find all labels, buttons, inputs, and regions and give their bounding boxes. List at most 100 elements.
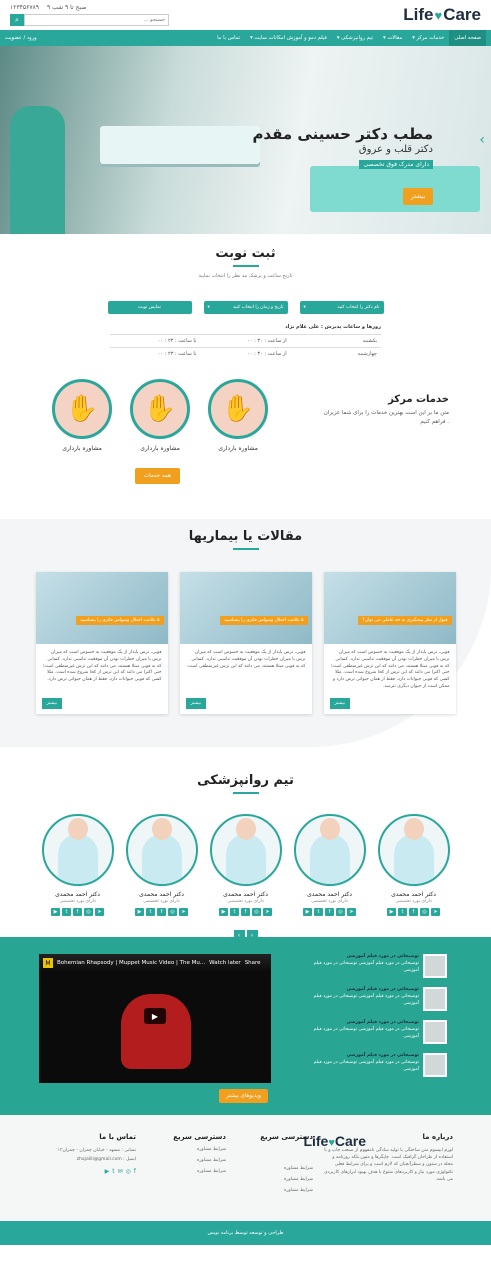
hero-more-button[interactable]: بیشتر bbox=[403, 188, 433, 205]
nav-item-team[interactable]: تیم روانپزشکی ▾ bbox=[332, 30, 378, 46]
youtube-icon[interactable]: ▶ bbox=[135, 908, 144, 916]
doctor-role: دارای بورد تخصصی bbox=[227, 899, 264, 904]
nav-item-demo[interactable]: فیلم دمو و آموزش امکانات سایت ▾ bbox=[245, 30, 332, 46]
article-more-button[interactable]: بیشتر bbox=[329, 698, 350, 709]
footer-link[interactable]: شرایط مشاوره bbox=[284, 1177, 313, 1182]
video-item-title: توضیحاتی در مورد فیلم آموزشی bbox=[346, 1053, 419, 1058]
doctor-name: دکتر احمد محمدی bbox=[307, 891, 352, 898]
youtube-icon[interactable]: ▶ bbox=[51, 908, 60, 916]
article-title: ۵ علامت اختلال وسواس فکری را بشناسید bbox=[220, 616, 308, 625]
telegram-icon[interactable]: ➤ bbox=[347, 908, 356, 916]
video-list-item[interactable]: توضیحاتی در مورد فیلم آموزشی توضیحاتی در … bbox=[297, 987, 447, 1011]
email-icon[interactable]: ✉ bbox=[118, 1168, 123, 1175]
article-card[interactable]: ۵ علامت اختلال وسواس فکری را بشناسید فوبی… bbox=[35, 572, 168, 714]
play-icon[interactable]: ▶ bbox=[144, 1008, 166, 1024]
nav-item-articles[interactable]: مقالات ▾ bbox=[378, 30, 407, 46]
logo[interactable]: Life ♥ Care bbox=[403, 5, 481, 25]
all-services-button[interactable]: همه خدمات bbox=[135, 468, 180, 484]
twitter-icon[interactable]: t bbox=[230, 908, 239, 916]
doctor-select-label: نام دکتر را انتخاب کنید bbox=[337, 305, 380, 310]
telegram-icon[interactable]: ➤ bbox=[95, 908, 104, 916]
doctor-role: دارای بورد تخصصی bbox=[395, 899, 432, 904]
footer-link[interactable]: شرایط مشاوره bbox=[284, 1188, 313, 1193]
video-list-item[interactable]: توضیحاتی در مورد فیلم آموزشی توضیحاتی در … bbox=[297, 1020, 447, 1044]
slider-next-icon[interactable]: ‹ bbox=[479, 132, 485, 148]
time-select[interactable]: تاریخ و زمان را انتخاب کنید ▾ bbox=[203, 301, 288, 314]
services-title: خدمات مرکز bbox=[388, 394, 449, 405]
twitter-icon[interactable]: t bbox=[398, 908, 407, 916]
doctor-card[interactable]: دکتر احمد محمدی دارای بورد تخصصی ➤ ◎ f t ▶ bbox=[293, 814, 366, 916]
youtube-icon[interactable]: ▶ bbox=[105, 1168, 110, 1175]
instagram-icon[interactable]: ◎ bbox=[84, 908, 93, 916]
time-select-label: تاریخ و زمان را انتخاب کنید bbox=[232, 305, 284, 310]
footer-link[interactable]: شرایط مشاوره bbox=[284, 1166, 313, 1171]
facebook-icon[interactable]: f bbox=[325, 908, 334, 916]
article-card[interactable]: ۵ علامت اختلال وسواس فکری را بشناسید فوبی… bbox=[179, 572, 312, 714]
video-title-bar: M Bohemian Rhapsody | Muppet Music Video… bbox=[39, 954, 271, 972]
video-list-item[interactable]: توضیحاتی در مورد فیلم آموزشی توضیحاتی در … bbox=[297, 954, 447, 978]
video-item-title: توضیحاتی در مورد فیلم آموزشی bbox=[346, 987, 419, 992]
logo-text-care: Care bbox=[334, 1133, 366, 1149]
video-item-title: توضیحاتی در مورد فیلم آموزشی bbox=[346, 954, 419, 959]
search-icon[interactable]: ⌕ bbox=[10, 14, 24, 26]
instagram-icon[interactable]: ◎ bbox=[252, 908, 261, 916]
article-more-button[interactable]: بیشتر bbox=[185, 698, 206, 709]
nav-item-home[interactable]: صفحه اصلی bbox=[449, 30, 486, 46]
youtube-icon[interactable]: ▶ bbox=[219, 908, 228, 916]
youtube-icon[interactable]: ▶ bbox=[387, 908, 396, 916]
login-link[interactable]: ورود / عضویت bbox=[5, 35, 37, 41]
hero-subtitle: دکتر قلب و عروق bbox=[358, 144, 433, 155]
video-player[interactable]: M Bohemian Rhapsody | Muppet Music Video… bbox=[39, 954, 271, 1083]
facebook-icon[interactable]: f bbox=[241, 908, 250, 916]
watch-later-button[interactable]: Watch later bbox=[209, 960, 241, 966]
facebook-icon[interactable]: f bbox=[73, 908, 82, 916]
services-list: ✋ مشاوره بارداری ✋ مشاوره بارداری ✋ مشاوره … bbox=[52, 379, 268, 452]
instagram-icon[interactable]: ◎ bbox=[168, 908, 177, 916]
share-button[interactable]: Share bbox=[245, 960, 261, 966]
youtube-icon[interactable]: ▶ bbox=[303, 908, 312, 916]
team-list: دکتر احمد محمدی دارای بورد تخصصی ➤ ◎ f t ▶ دکت… bbox=[0, 814, 491, 916]
twitter-icon[interactable]: t bbox=[146, 908, 155, 916]
footer-link[interactable]: شرایط مشاوره bbox=[173, 1158, 226, 1163]
instagram-icon[interactable]: ◎ bbox=[420, 908, 429, 916]
facebook-icon[interactable]: f bbox=[134, 1168, 136, 1175]
telegram-icon[interactable]: ➤ bbox=[431, 908, 440, 916]
article-card[interactable]: قبول از نظر پیشگیری به جه عاملی می توان؟… bbox=[323, 572, 456, 714]
doctor-role: دارای بورد تخصصی bbox=[143, 899, 180, 904]
page: ۱۲۳۴۵۶۷۸۹ ۹ صبح تا ۹ شب ⌕ Life♥Care صفحه… bbox=[0, 0, 491, 1280]
video-section: M Bohemian Rhapsody | Muppet Music Video… bbox=[0, 937, 491, 1115]
telegram-icon[interactable]: ➤ bbox=[179, 908, 188, 916]
twitter-icon[interactable]: t bbox=[314, 908, 323, 916]
doctor-photo bbox=[41, 814, 114, 886]
booking-desc: تاریخ ساعت و پزشک مد نظر را انتخاب نمایی… bbox=[198, 273, 293, 279]
service-label: مشاوره بارداری bbox=[140, 445, 180, 452]
services-section: ✋ مشاوره بارداری ✋ مشاوره بارداری ✋ مشاوره … bbox=[0, 374, 491, 519]
service-item[interactable]: ✋ مشاوره بارداری bbox=[52, 379, 112, 452]
doctor-card[interactable]: دکتر احمد محمدی دارای بورد تخصصی ➤ ◎ f t ▶ bbox=[377, 814, 450, 916]
footer-link[interactable]: شرایط مشاوره bbox=[173, 1147, 226, 1152]
service-item[interactable]: ✋ مشاوره بارداری bbox=[130, 379, 190, 452]
more-videos-button[interactable]: ویدیوهای بیشتر bbox=[219, 1089, 268, 1103]
service-item[interactable]: ✋ مشاوره بارداری bbox=[208, 379, 268, 452]
footer: درباره ما لورم ایپسوم متن ساختگی با تولی… bbox=[0, 1115, 491, 1245]
instagram-icon[interactable]: ◎ bbox=[336, 908, 345, 916]
telegram-icon[interactable]: ➤ bbox=[263, 908, 272, 916]
video-list-item[interactable]: توضیحاتی در مورد فیلم آموزشی توضیحاتی در … bbox=[297, 1053, 447, 1077]
doctor-select[interactable]: نام دکتر را انتخاب کنید ▾ bbox=[299, 301, 384, 314]
doctor-card[interactable]: دکتر احمد محمدی دارای بورد تخصصی ➤ ◎ f t ▶ bbox=[125, 814, 198, 916]
show-schedule-button[interactable]: نمایش نوبت bbox=[107, 301, 192, 314]
search-input[interactable] bbox=[24, 14, 169, 26]
facebook-icon[interactable]: f bbox=[409, 908, 418, 916]
nav-item-services[interactable]: خدمات مرکز ▾ bbox=[407, 30, 449, 46]
hands-icon: ✋ bbox=[130, 379, 190, 439]
doctor-card[interactable]: دکتر احمد محمدی دارای بورد تخصصی ➤ ◎ f t ▶ bbox=[209, 814, 282, 916]
twitter-icon[interactable]: t bbox=[112, 1168, 114, 1175]
instagram-icon[interactable]: ◎ bbox=[126, 1168, 131, 1175]
facebook-icon[interactable]: f bbox=[157, 908, 166, 916]
article-more-button[interactable]: بیشتر bbox=[41, 698, 62, 709]
nav-item-contact[interactable]: تماس با ما bbox=[212, 30, 245, 46]
doctor-card[interactable]: دکتر احمد محمدی دارای بورد تخصصی ➤ ◎ f t ▶ bbox=[41, 814, 114, 916]
footer-link[interactable]: شرایط مشاوره bbox=[173, 1169, 226, 1174]
table-cell: از ساعت : ۳۰ : ۰۰ bbox=[247, 351, 287, 357]
twitter-icon[interactable]: t bbox=[62, 908, 71, 916]
